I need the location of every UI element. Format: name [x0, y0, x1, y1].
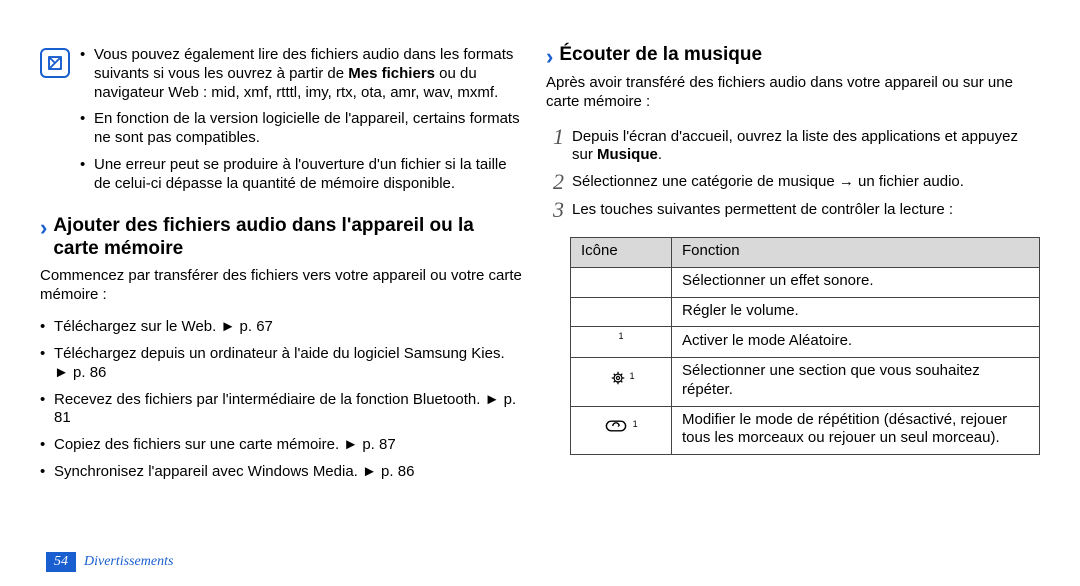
page-ref-arrow-icon: ► — [220, 318, 235, 335]
step-number: 3 — [546, 199, 564, 221]
table-fn-cell: Régler le volume. — [672, 297, 1040, 327]
left-column: Vous pouvez également lire des fichiers … — [40, 44, 522, 566]
section-heading-listen: › Écouter de la musique — [546, 44, 1040, 68]
table-fn-cell: Modifier le mode de répétition (désactiv… — [672, 406, 1040, 455]
note-bullet: En fonction de la version logicielle de … — [80, 110, 522, 148]
note-icon — [40, 48, 70, 78]
section-title: Écouter de la musique — [559, 44, 762, 67]
table-fn-cell: Sélectionner un effet sonore. — [672, 267, 1040, 297]
step-post: . — [658, 146, 662, 163]
page-footer: 54 Divertissements — [46, 552, 173, 573]
list-item: Synchronisez l'appareil avec Windows Med… — [40, 463, 522, 482]
page-ref-arrow-icon: ► — [54, 364, 69, 381]
gear-icon — [607, 369, 629, 393]
chevron-right-icon: › — [40, 217, 47, 239]
note-bullet: Vous pouvez également lire des fichiers … — [80, 46, 522, 102]
step-item: 1 Depuis l'écran d'accueil, ouvrez la li… — [546, 126, 1040, 166]
page-number: 54 — [46, 552, 76, 573]
table-row: 1 Modifier le mode de répétition (désact… — [571, 406, 1040, 455]
section-heading-add-files: › Ajouter des fichiers audio dans l'appa… — [40, 215, 522, 261]
table-row: 1 Activer le mode Aléatoire. — [571, 327, 1040, 358]
bullet-text: Recevez des fichiers par l'intermédiaire… — [54, 391, 480, 408]
table-icon-cell: 1 — [571, 406, 672, 455]
table-header-function: Fonction — [672, 238, 1040, 268]
footnote-marker: 1 — [633, 419, 638, 429]
step-item: 2 Sélectionnez une catégorie de musique … — [546, 171, 1040, 193]
note-bullet-list: Vous pouvez également lire des fichiers … — [80, 44, 522, 201]
step-item: 3 Les touches suivantes permettent de co… — [546, 199, 1040, 221]
page-ref-arrow-icon: ► — [343, 436, 358, 453]
section-intro: Après avoir transféré des fichiers audio… — [546, 74, 1040, 112]
right-column: › Écouter de la musique Après avoir tran… — [546, 44, 1040, 566]
bullet-text: Téléchargez depuis un ordinateur à l'aid… — [54, 345, 505, 362]
steps-list: 1 Depuis l'écran d'accueil, ouvrez la li… — [546, 122, 1040, 228]
list-item: Copiez des fichiers sur une carte mémoir… — [40, 436, 522, 455]
table-fn-cell: Sélectionner une section que vous souhai… — [672, 358, 1040, 407]
page-ref-arrow-icon: ► — [485, 391, 500, 408]
table-icon-cell: 1 — [571, 327, 672, 358]
list-item: Recevez des fichiers par l'intermédiaire… — [40, 391, 522, 429]
note-bold: Mes fichiers — [348, 65, 435, 82]
note-text: En fonction de la version logicielle de … — [94, 110, 520, 146]
table-header-row: Icône Fonction — [571, 238, 1040, 268]
bullet-text: Téléchargez sur le Web. — [54, 318, 216, 335]
list-item: Téléchargez sur le Web. ► p. 67 — [40, 318, 522, 337]
note-bullet: Une erreur peut se produire à l'ouvertur… — [80, 156, 522, 194]
page-root: Vous pouvez également lire des fichiers … — [0, 0, 1080, 586]
list-item: Téléchargez depuis un ordinateur à l'aid… — [40, 345, 522, 383]
footnote-marker: 1 — [629, 371, 634, 381]
bullet-text: Synchronisez l'appareil avec Windows Med… — [54, 463, 358, 480]
repeat-icon — [604, 417, 628, 441]
step-number: 1 — [546, 126, 564, 148]
table-row: Sélectionner un effet sonore. — [571, 267, 1040, 297]
table-row: 1 Sélectionner une section que vous souh… — [571, 358, 1040, 407]
footnote-marker: 1 — [618, 331, 623, 341]
chevron-right-icon: › — [546, 46, 553, 68]
step-text: Depuis l'écran d'accueil, ouvrez la list… — [572, 126, 1040, 166]
page-ref: p. 86 — [73, 364, 106, 381]
page-ref-arrow-icon: ► — [362, 463, 377, 480]
table-fn-cell: Activer le mode Aléatoire. — [672, 327, 1040, 358]
table-icon-cell — [571, 267, 672, 297]
playback-controls-table: Icône Fonction Sélectionner un effet son… — [570, 237, 1040, 455]
page-ref: p. 86 — [381, 463, 414, 480]
add-files-bullets: Téléchargez sur le Web. ► p. 67 Téléchar… — [40, 314, 522, 489]
step-bold: Musique — [597, 146, 658, 163]
section-title: Ajouter des fichiers audio dans l'appare… — [53, 215, 522, 261]
section-intro: Commencez par transférer des fichiers ve… — [40, 267, 522, 305]
step-text: Sélectionnez une catégorie de musique → … — [572, 171, 1040, 192]
page-ref: p. 67 — [240, 318, 273, 335]
table-icon-cell: 1 — [571, 358, 672, 407]
step-number: 2 — [546, 171, 564, 193]
page-ref: p. 87 — [362, 436, 395, 453]
bullet-text: Copiez des fichiers sur une carte mémoir… — [54, 436, 339, 453]
footer-section-name: Divertissements — [84, 553, 173, 571]
table-icon-cell — [571, 297, 672, 327]
note-block: Vous pouvez également lire des fichiers … — [40, 44, 522, 201]
step-text: Les touches suivantes permettent de cont… — [572, 199, 1040, 220]
table-row: Régler le volume. — [571, 297, 1040, 327]
table-header-icon: Icône — [571, 238, 672, 268]
note-text: Une erreur peut se produire à l'ouvertur… — [94, 156, 507, 192]
